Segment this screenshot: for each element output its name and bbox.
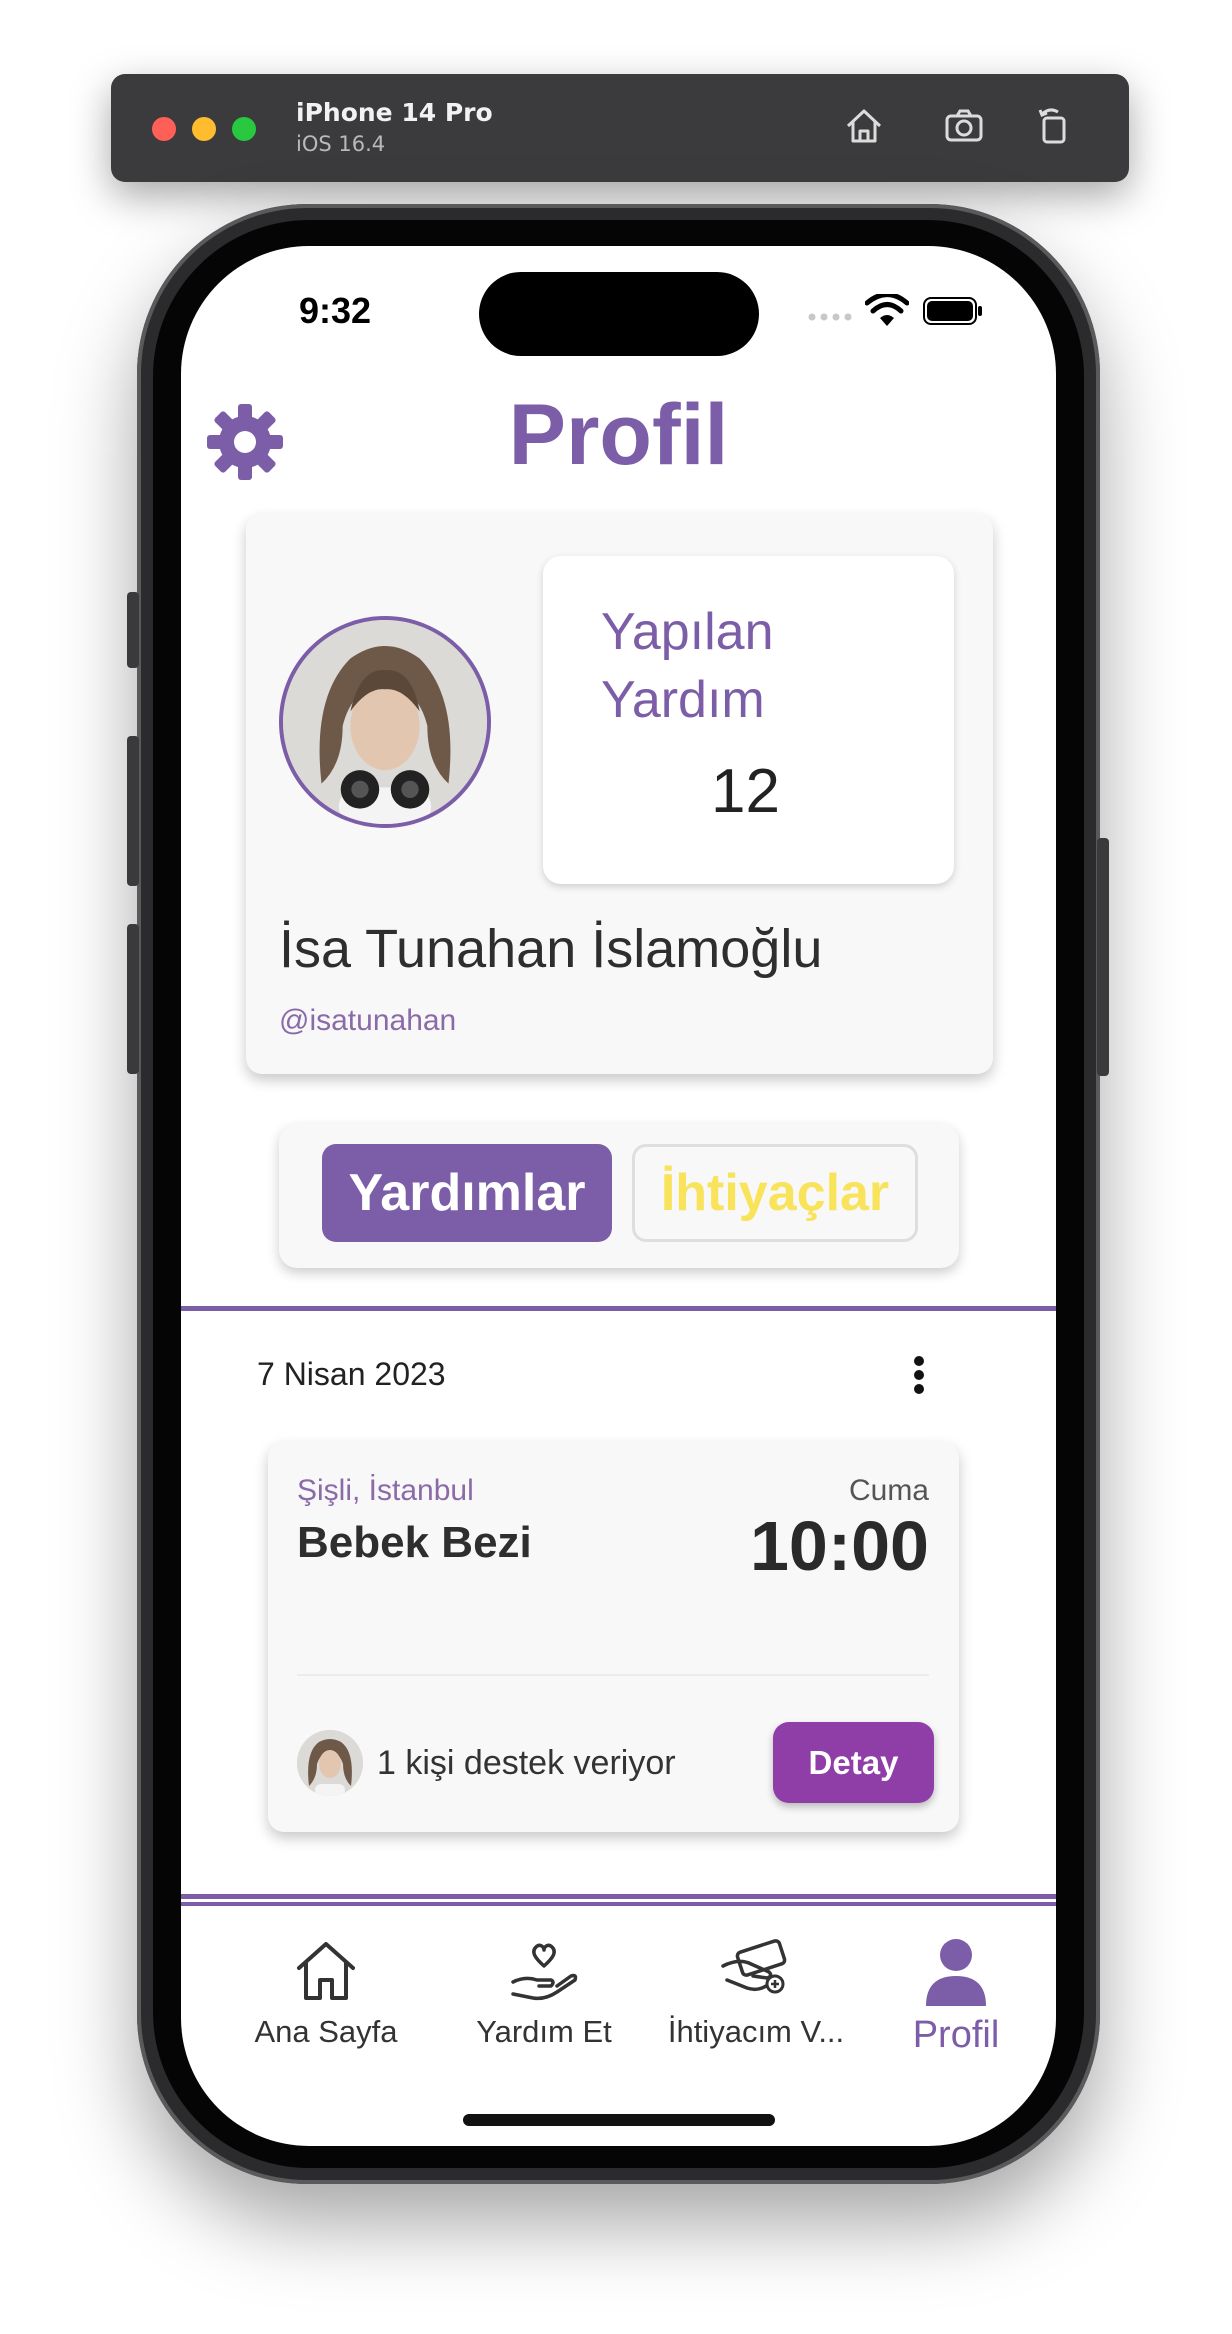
tab-home[interactable]: Ana Sayfa [221,1936,431,2050]
more-options-icon[interactable] [901,1350,937,1400]
rotate-icon[interactable] [1032,104,1076,148]
tab-needs-label: İhtiyacım V... [667,2014,845,2049]
simulator-stage: iPhone 14 Pro iOS 16.4 9:32 Profil Yapıl… [0,0,1232,2334]
tab-profile[interactable]: Profil [851,1936,1056,2057]
support-count-text: 1 kişi destek veriyor [377,1744,676,1782]
dynamic-island [479,272,759,356]
volume-down-button[interactable] [127,924,139,1074]
side-button[interactable] [1097,838,1109,1076]
hand-money-icon [721,1939,787,1994]
volume-up-button[interactable] [127,736,139,886]
feed-date: 7 Nisan 2023 [257,1356,446,1392]
screenshot-icon[interactable] [942,104,986,148]
tab-bar-divider [181,1894,1056,1906]
event-title: Bebek Bezi [297,1518,532,1567]
minimize-window-button[interactable] [192,117,216,141]
page-title: Profil [508,387,729,483]
heart-hand-icon [511,1943,578,2001]
close-window-button[interactable] [152,117,176,141]
zoom-window-button[interactable] [232,117,256,141]
tab-yardimlar[interactable]: Yardımlar [322,1144,612,1242]
tab-help-label: Yardım Et [476,2014,612,2049]
detail-button[interactable]: Detay [773,1722,934,1803]
supporter-avatar [297,1730,363,1796]
simulator-os-version: iOS 16.4 [296,132,386,156]
event-location: Şişli, İstanbul [297,1474,474,1507]
wifi-icon [865,294,909,326]
event-time: 10:00 [749,1507,929,1585]
help-count-value: 12 [711,757,780,826]
person-icon [926,1939,986,2006]
avatar[interactable] [279,616,491,828]
tab-ihtiyaclar[interactable]: İhtiyaçlar [632,1144,918,1242]
simulator-device-name: iPhone 14 Pro [296,98,493,127]
battery-icon [923,297,982,325]
help-count-label: Yapılan Yardım [601,603,774,729]
user-name: İsa Tunahan İslamoğlu [279,919,823,979]
action-button[interactable] [127,592,139,668]
event-day: Cuma [848,1474,929,1507]
home-icon [297,1942,355,2000]
section-divider [181,1306,1056,1311]
event-divider [297,1674,929,1676]
status-time: 9:32 [299,290,372,331]
home-indicator[interactable] [463,2114,775,2126]
app-screen: 9:32 Profil Yapılan Yardım 12 İsa Tunaha… [181,246,1056,2146]
tab-home-label: Ana Sayfa [254,2014,398,2049]
tab-needs[interactable]: İhtiyacım V... [651,1936,861,2050]
user-handle: @isatunahan [279,1004,457,1037]
tab-profile-label: Profil [912,2014,1000,2056]
cellular-signal-icon [808,313,852,321]
supporter-photo [297,1730,363,1796]
home-icon[interactable] [842,104,886,148]
tab-help[interactable]: Yardım Et [439,1936,649,2050]
profile-photo [283,620,487,824]
